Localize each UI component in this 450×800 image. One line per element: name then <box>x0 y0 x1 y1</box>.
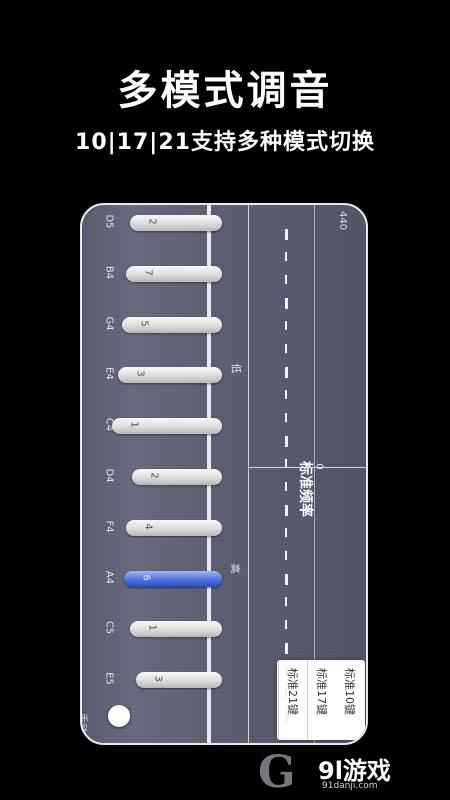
watermark-url: 91danji.com <box>322 781 378 791</box>
scale-tick <box>285 321 287 330</box>
scale-tick <box>285 482 287 491</box>
page-subtitle: 10|17|21支持多种模式切换 <box>75 130 375 155</box>
key-row: D4 2 <box>82 467 232 487</box>
standard-frequency-label[interactable]: 标准频率 <box>296 461 316 517</box>
scale-tick <box>285 689 287 698</box>
key-number: 5 <box>138 319 150 327</box>
key-bar-d5[interactable]: 2 <box>130 215 222 231</box>
key-number: 1 <box>146 624 158 632</box>
key-row: G4 5 <box>82 315 232 335</box>
scale-tick <box>285 367 288 378</box>
mode-item-label: 标准17键 <box>315 668 328 715</box>
watermark-logo: G <box>258 747 296 798</box>
scale-tick <box>285 574 288 585</box>
key-row: C4 1 <box>82 416 232 436</box>
scale-tick <box>285 344 287 353</box>
key-bar-c4[interactable]: 1 <box>112 418 222 435</box>
note-label: D4 <box>103 468 115 483</box>
note-label: E4 <box>103 367 115 381</box>
frequency-value: 440 <box>337 211 348 231</box>
note-label: F4 <box>103 520 115 533</box>
key-number: 7 <box>142 269 154 276</box>
phone-screen: 440 低 高 0 标准频率 手动 标准10键 标准17键 标准21键 D5 2 B… <box>80 203 368 745</box>
key-bar-c5[interactable]: 1 <box>130 621 222 638</box>
scale-tick <box>285 551 287 560</box>
scale-tick <box>285 252 287 261</box>
note-label: E5 <box>103 672 115 686</box>
key-bar-a4[interactable]: 6 <box>124 570 222 587</box>
scale-tick <box>285 459 287 468</box>
mode-menu: 标准10键 标准17键 标准21键 <box>277 660 365 740</box>
scale-tick <box>285 505 288 516</box>
key-row: F4 4 <box>82 518 232 538</box>
key-row: E4 3 <box>82 365 232 385</box>
scale-tick <box>285 620 287 629</box>
note-label: G4 <box>103 316 115 331</box>
key-row: E5 3 <box>82 670 232 690</box>
key-number: 1 <box>128 421 140 428</box>
mode-item-17[interactable]: 标准17键 <box>307 660 337 740</box>
note-label: B4 <box>103 265 115 279</box>
key-number: 4 <box>142 523 154 530</box>
mode-item-label: 标准10键 <box>343 668 356 715</box>
mode-item-label: 标准21键 <box>286 668 299 715</box>
scale-line <box>248 205 249 743</box>
key-row: A4 6 <box>82 569 232 589</box>
scale-tick <box>285 597 287 606</box>
page-title: 多模式调音 <box>117 68 333 114</box>
scale-tick <box>285 712 288 723</box>
key-number: 6 <box>140 573 152 581</box>
mode-item-21[interactable]: 标准21键 <box>278 660 308 740</box>
note-label: C5 <box>103 621 115 635</box>
watermark: G 9l游戏 91danji.com <box>258 745 448 798</box>
key-row: D5 2 <box>82 213 232 233</box>
manual-toggle-label: 手动 <box>80 713 87 733</box>
scale-tick <box>285 390 287 399</box>
scale-tick <box>285 275 287 284</box>
key-bar-d4[interactable]: 2 <box>132 469 222 485</box>
note-label: D5 <box>103 214 115 229</box>
scale-tick <box>285 229 288 240</box>
key-number: 2 <box>146 218 158 225</box>
mode-item-10[interactable]: 标准10键 <box>336 660 365 740</box>
scale-tick <box>285 413 287 422</box>
key-number: 3 <box>152 675 164 682</box>
scale-tick <box>285 436 288 447</box>
scale-tick <box>285 643 288 654</box>
key-number: 2 <box>148 472 160 479</box>
scale-tick <box>285 298 288 309</box>
key-row: B4 7 <box>82 264 232 284</box>
key-number: 3 <box>134 370 146 378</box>
key-row: C5 1 <box>82 619 232 639</box>
scale-tick <box>285 666 287 675</box>
key-bar-f4[interactable]: 4 <box>126 519 222 536</box>
key-bar-g4[interactable]: 5 <box>122 316 222 333</box>
scale-tick <box>285 528 287 537</box>
manual-toggle[interactable] <box>108 705 130 727</box>
key-bar-e4[interactable]: 3 <box>118 367 222 384</box>
key-bar-b4[interactable]: 7 <box>126 265 222 282</box>
key-bar-e5[interactable]: 3 <box>136 672 222 689</box>
note-label: A4 <box>103 570 115 584</box>
